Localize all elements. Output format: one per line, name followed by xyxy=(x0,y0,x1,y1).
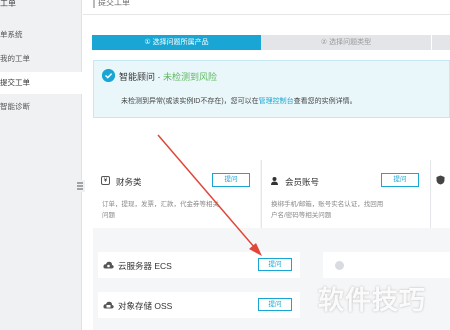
screen: 工单 单系统 我的工单 提交工单 智能诊断 提交工单 ① 选择问题所属产品 ② … xyxy=(0,0,450,330)
watermark: 软件技巧 xyxy=(318,285,427,315)
